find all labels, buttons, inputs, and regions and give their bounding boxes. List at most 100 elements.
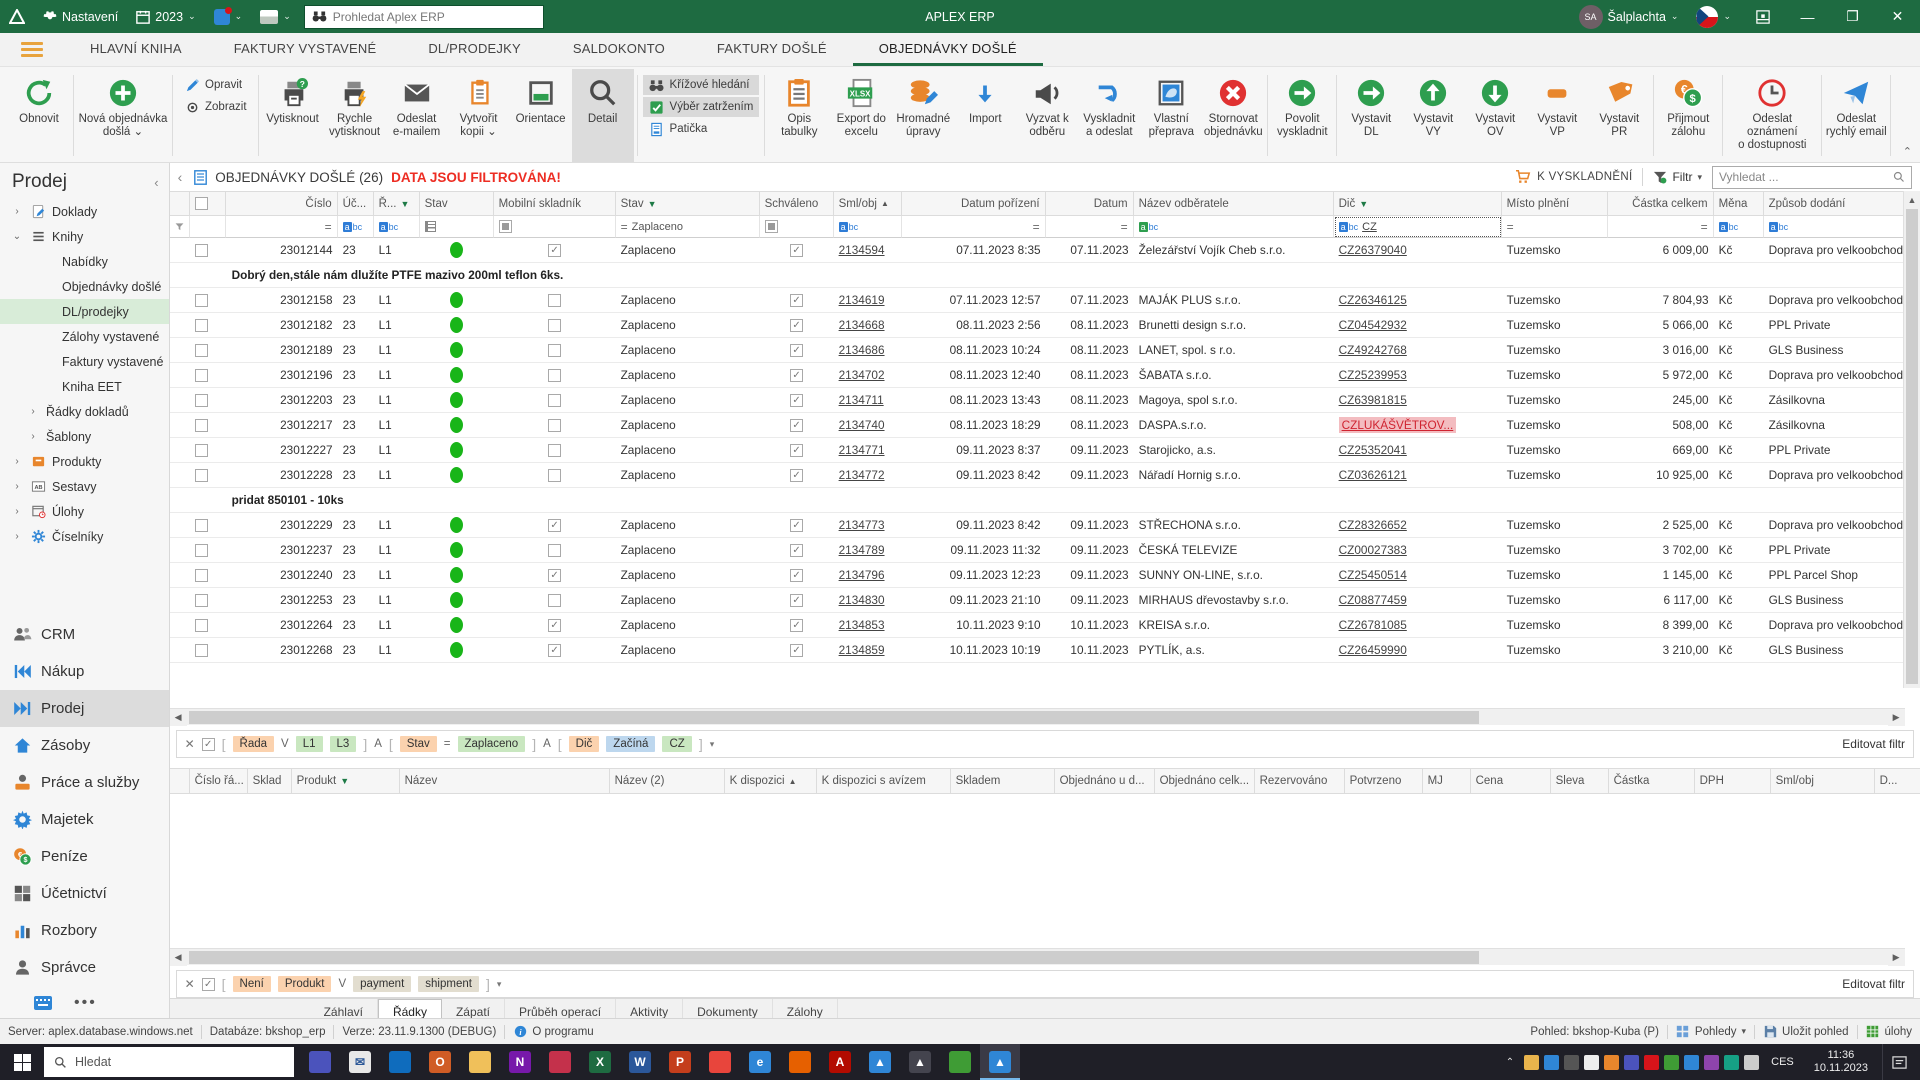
- module-item-majetek[interactable]: Majetek: [0, 801, 169, 838]
- grid-search-input[interactable]: Vyhledat ...: [1712, 166, 1912, 189]
- sidebar-collapse-icon[interactable]: ‹: [154, 175, 158, 190]
- filter-enabled-checkbox[interactable]: ✓: [202, 738, 215, 751]
- row-checkbox[interactable]: [195, 344, 208, 357]
- column-header-Stav[interactable]: Stav: [420, 191, 494, 216]
- table-row[interactable]: 2301218223L1Zaplaceno✓213466808.11.2023 …: [170, 313, 1920, 338]
- table-row[interactable]: 2301224023L1✓Zaplaceno✓213479609.11.2023…: [170, 563, 1920, 588]
- row-checkbox[interactable]: [195, 394, 208, 407]
- tray-icon-12[interactable]: [1744, 1055, 1759, 1070]
- contract-link[interactable]: 2134773: [839, 518, 885, 532]
- module-item-pen-ze[interactable]: €$Peníze: [0, 838, 169, 875]
- table-row[interactable]: 2301223723L1Zaplaceno✓213478909.11.2023 …: [170, 538, 1920, 563]
- filter-token-l3[interactable]: L3: [330, 736, 357, 752]
- approved-checkbox[interactable]: ✓: [790, 644, 803, 657]
- vat-id-link[interactable]: CZ04542932: [1339, 318, 1407, 332]
- approved-checkbox[interactable]: ✓: [790, 294, 803, 307]
- filter-token-zaplaceno[interactable]: Zaplaceno: [458, 736, 526, 752]
- clear-filter-icon[interactable]: ✕: [185, 737, 195, 751]
- row-checkbox[interactable]: [195, 369, 208, 382]
- mobile-picker-checkbox[interactable]: [548, 594, 561, 607]
- sidebar-item-sestavy[interactable]: ›ABSestavy: [0, 474, 169, 499]
- column-header-Úč...[interactable]: Úč...: [338, 191, 374, 216]
- scroll-left-icon[interactable]: ◀: [170, 949, 187, 966]
- row-checkbox[interactable]: [195, 244, 208, 257]
- vyskladnit-button[interactable]: Vyskladnit a odeslat: [1078, 69, 1140, 162]
- approved-checkbox[interactable]: ✓: [790, 419, 803, 432]
- approved-checkbox[interactable]: ✓: [790, 444, 803, 457]
- tray-icon-10[interactable]: [1704, 1055, 1719, 1070]
- contract-link[interactable]: 2134772: [839, 468, 885, 482]
- orientace-button[interactable]: Orientace: [510, 69, 572, 162]
- table-row[interactable]: 2301226823L1✓Zaplaceno✓213485910.11.2023…: [170, 638, 1920, 663]
- filter-cell[interactable]: abc: [1714, 216, 1764, 238]
- vystavit-button[interactable]: Vystavit PR: [1588, 69, 1650, 162]
- filter-cell[interactable]: =Zaplaceno: [616, 216, 760, 238]
- row-checkbox[interactable]: [195, 469, 208, 482]
- obnovit-button[interactable]: Obnovit: [8, 69, 70, 162]
- acrobat-app-icon[interactable]: A: [820, 1044, 860, 1080]
- tray-icon-5[interactable]: [1604, 1055, 1619, 1070]
- v-b-r-zatr-en-m-button[interactable]: Výběr zatržením: [643, 97, 760, 117]
- vat-id-link[interactable]: CZ26379040: [1339, 243, 1407, 257]
- vyzvat-k-button[interactable]: Vyzvat k odběru: [1016, 69, 1078, 162]
- module-item-crm[interactable]: CRM: [0, 616, 169, 653]
- column-header-Produkt[interactable]: Produkt▼: [292, 768, 400, 794]
- vystavit-button[interactable]: Vystavit VP: [1526, 69, 1588, 162]
- expander-icon[interactable]: ›: [26, 431, 40, 442]
- user-menu[interactable]: SA Šalplachta ⌄: [1570, 0, 1688, 33]
- column-header-blank[interactable]: [190, 191, 226, 216]
- tray-icon-8[interactable]: [1664, 1055, 1679, 1070]
- opravit-button[interactable]: Opravit: [178, 75, 253, 95]
- scroll-up-icon[interactable]: ▲: [1904, 191, 1920, 208]
- global-search-input[interactable]: Prohledat Aplex ERP: [304, 5, 544, 29]
- column-header-Název (2)[interactable]: Název (2): [610, 768, 725, 794]
- row-checkbox[interactable]: [195, 519, 208, 532]
- approved-checkbox[interactable]: ✓: [790, 594, 803, 607]
- column-header-Potvrzeno[interactable]: Potvrzeno: [1345, 768, 1423, 794]
- filter-cell[interactable]: [170, 216, 190, 238]
- column-header-Stav[interactable]: Stav▼: [616, 191, 760, 216]
- desktop-toggle-button[interactable]: [1740, 0, 1785, 33]
- select-all-checkbox[interactable]: [195, 197, 208, 210]
- approved-checkbox[interactable]: ✓: [790, 569, 803, 582]
- module-item-spr-vce[interactable]: Správce: [0, 949, 169, 986]
- vat-id-link[interactable]: CZ63981815: [1339, 393, 1407, 407]
- sidebar-item-kniha-eet[interactable]: Kniha EET: [0, 374, 169, 399]
- row-checkbox[interactable]: [195, 644, 208, 657]
- sidebar-item-produkty[interactable]: ›Produkty: [0, 449, 169, 474]
- vertical-scrollbar[interactable]: ▲: [1903, 191, 1920, 688]
- expander-icon[interactable]: ›: [10, 206, 24, 217]
- vat-id-link[interactable]: CZ28326652: [1339, 518, 1407, 532]
- module-item-n-kup[interactable]: Nákup: [0, 653, 169, 690]
- filter-cell[interactable]: [190, 216, 226, 238]
- mobile-picker-checkbox[interactable]: [548, 294, 561, 307]
- contract-link[interactable]: 2134796: [839, 568, 885, 582]
- column-header-Částka[interactable]: Částka: [1609, 768, 1695, 794]
- filter-token--ada[interactable]: Řada: [233, 736, 275, 752]
- vat-id-link[interactable]: CZ08877459: [1339, 593, 1407, 607]
- column-header-K dispozici s avízem[interactable]: K dispozici s avízem: [817, 768, 951, 794]
- module-item-pr-ce-a-slu-by[interactable]: Práce a služby: [0, 764, 169, 801]
- about-button[interactable]: i O programu: [513, 1025, 593, 1039]
- row-checkbox[interactable]: [195, 619, 208, 632]
- mobile-picker-checkbox[interactable]: [548, 444, 561, 457]
- filter-token-stav[interactable]: Stav: [400, 736, 437, 752]
- filter-token-za-n-[interactable]: Začíná: [606, 736, 655, 752]
- table-row[interactable]: 2301220323L1Zaplaceno✓213471108.11.2023 …: [170, 388, 1920, 413]
- mobile-picker-checkbox[interactable]: [548, 469, 561, 482]
- firefox-app-icon[interactable]: [780, 1044, 820, 1080]
- workspace-selector[interactable]: ⌄: [251, 0, 300, 33]
- column-header-Sml/obj[interactable]: Sml/obj: [1771, 768, 1875, 794]
- approved-checkbox[interactable]: ✓: [790, 369, 803, 382]
- horizontal-scroll-thumb-2[interactable]: [189, 951, 1479, 964]
- scroll-right-icon[interactable]: ▶: [1888, 949, 1905, 966]
- aplex-app-icon[interactable]: ▲: [860, 1044, 900, 1080]
- vat-id-link[interactable]: CZLUKÁŠVĚTROV...: [1339, 417, 1457, 433]
- language-selector[interactable]: ⌄: [1687, 0, 1740, 33]
- outlook-app-icon[interactable]: O: [420, 1044, 460, 1080]
- rychle-button[interactable]: Rychle vytisknout: [324, 69, 386, 162]
- k-ov-hled-n--button[interactable]: Křížové hledání: [643, 75, 760, 95]
- filter-cell[interactable]: abc: [1764, 216, 1920, 238]
- start-button[interactable]: [0, 1044, 44, 1080]
- column-header-DPH[interactable]: DPH: [1695, 768, 1771, 794]
